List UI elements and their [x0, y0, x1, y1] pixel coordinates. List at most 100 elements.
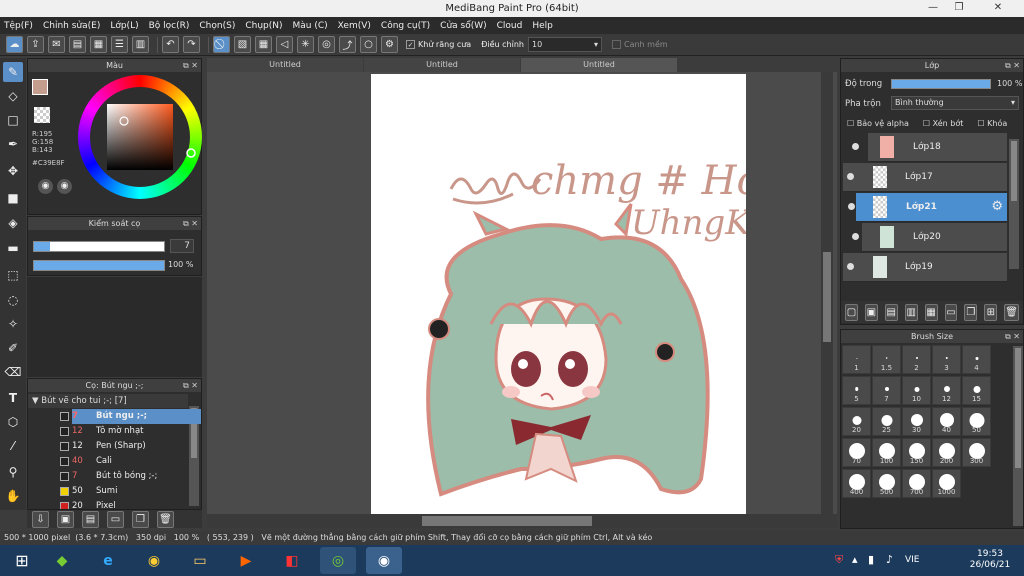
brush-size-10[interactable]: 10 — [902, 376, 931, 405]
foreground-color-swatch[interactable] — [32, 79, 48, 95]
redo-icon[interactable]: ↷ — [183, 36, 200, 53]
select-rect-icon[interactable]: ⬚ — [3, 265, 23, 285]
internet-explorer-icon[interactable]: e — [90, 547, 126, 574]
folder-icon[interactable]: ▭ — [107, 510, 124, 528]
eye-icon[interactable] — [847, 263, 854, 270]
text-tool-icon[interactable]: T — [3, 388, 23, 408]
scroll-thumb[interactable] — [1015, 348, 1021, 468]
language-indicator[interactable]: VIE — [905, 555, 920, 565]
horizontal-scrollbar[interactable] — [207, 514, 837, 528]
brush-item[interactable]: 12 Tô mờ nhạt — [60, 424, 201, 439]
layer-row[interactable]: Lớp20 — [852, 223, 1007, 252]
bucket-tool-icon[interactable]: ◈ — [3, 213, 23, 233]
maximize-button[interactable]: ❐ — [946, 0, 972, 16]
document-icon[interactable]: ▦ — [90, 36, 107, 53]
snap-off-icon[interactable]: ⃠ — [213, 36, 230, 53]
menu-layer[interactable]: Lớp(L) — [110, 21, 138, 31]
brush-size-2[interactable]: 2 — [902, 345, 931, 374]
eyedropper-icon[interactable]: ⚲ — [3, 462, 23, 482]
palette-edit-icon[interactable]: ◉ — [57, 179, 72, 194]
share-icon[interactable]: ⇪ — [27, 36, 44, 53]
hand-tool-icon[interactable]: ✋ — [3, 486, 23, 506]
brush-size-200[interactable]: 200 — [932, 438, 961, 467]
brush-download-icon[interactable]: ⇩ — [32, 510, 49, 528]
ellipse-snap-icon[interactable]: ○ — [360, 36, 377, 53]
operation-tool-icon[interactable]: ⬡ — [3, 412, 23, 432]
lasso-tool-icon[interactable]: ◌ — [3, 290, 23, 310]
clock[interactable]: 19:53 26/06/21 — [965, 549, 1015, 571]
layer-row[interactable]: Lớp19 — [843, 253, 1007, 282]
drawing-canvas[interactable]: chmg # Hci olap 247 UhngK7 — [371, 74, 746, 514]
brush-size-40[interactable]: 40 — [932, 407, 961, 436]
transparent-swatch[interactable] — [34, 107, 50, 123]
tray-chevron-icon[interactable]: ▴ — [852, 553, 858, 566]
circle-snap-icon[interactable]: ◎ — [318, 36, 335, 53]
app-icon[interactable]: ◧ — [274, 547, 310, 574]
fill-shape-icon[interactable]: ■ — [3, 188, 23, 208]
canvas-area[interactable]: chmg # Hci olap 247 UhngK7 — [207, 72, 837, 514]
menu-tools[interactable]: Công cụ(T) — [381, 21, 430, 31]
menu-edit[interactable]: Chỉnh sửa(E) — [43, 21, 100, 31]
brush-size-50[interactable]: 50 — [962, 407, 991, 436]
close-button[interactable]: ✕ — [972, 0, 1024, 16]
pen-tool-icon[interactable]: ✒ — [3, 134, 23, 154]
menu-view[interactable]: Xem(V) — [338, 21, 371, 31]
new-layer-icon[interactable]: ▢ — [845, 303, 858, 321]
app-icon[interactable]: ◎ — [320, 547, 356, 574]
eye-icon[interactable] — [852, 143, 859, 150]
merge-layer-icon[interactable]: ⊞ — [984, 303, 998, 321]
trash-icon[interactable]: 🗑 — [1004, 303, 1019, 321]
brush-size-15[interactable]: 15 — [962, 376, 991, 405]
folder-icon[interactable]: ▭ — [944, 303, 958, 321]
vertical-scrollbar[interactable] — [821, 72, 833, 514]
curve-snap-icon[interactable]: ⤴ — [339, 36, 356, 53]
select-pen-icon[interactable]: ✐ — [3, 338, 23, 358]
brush-size-30[interactable]: 30 — [902, 407, 931, 436]
move-tool-icon[interactable]: ✥ — [3, 161, 23, 181]
brush-item[interactable]: 50 Sumi — [60, 484, 201, 499]
menu-file[interactable]: Tệp(F) — [4, 21, 33, 31]
gradient-tool-icon[interactable]: ▬ — [3, 238, 23, 258]
cloud-icon[interactable]: ☁ — [6, 36, 23, 53]
new-8bit-layer-icon[interactable]: ▤ — [884, 303, 898, 321]
menu-help[interactable]: Help — [532, 21, 553, 31]
new-halftone-layer-icon[interactable]: ▣ — [864, 303, 878, 321]
cross-snap-icon[interactable]: ▦ — [255, 36, 272, 53]
undo-icon[interactable]: ↶ — [162, 36, 179, 53]
brush-size-300[interactable]: 300 — [962, 438, 991, 467]
layer-row[interactable]: Lớp17 — [843, 163, 1007, 192]
brush-size-7[interactable]: 7 — [872, 376, 901, 405]
menu-snap[interactable]: Chụp(N) — [245, 21, 282, 31]
gear-icon[interactable]: ⚙ — [991, 199, 1003, 214]
bluestacks-icon[interactable]: ◆ — [44, 547, 80, 574]
brush-size-150[interactable]: 150 — [902, 438, 931, 467]
tab-untitled-3[interactable]: Untitled — [521, 58, 677, 72]
adjust-select[interactable]: 10 ▾ — [527, 37, 602, 52]
scroll-thumb[interactable] — [823, 252, 831, 342]
brush-size-4[interactable]: 4 — [962, 345, 991, 374]
comment-icon[interactable]: ✉ — [48, 36, 65, 53]
palette-icon[interactable]: ◉ — [38, 179, 53, 194]
color-wheel[interactable] — [78, 75, 202, 199]
scroll-thumb[interactable] — [422, 516, 592, 526]
tab-untitled-2[interactable]: Untitled — [364, 58, 520, 72]
panel-controls-icon[interactable]: ⧉ ✕ — [1005, 59, 1020, 72]
brush-group-header[interactable]: ▼ Bút vẽ cho tui ;-; [7] — [28, 394, 188, 408]
menu-filter[interactable]: Bộ lọc(R) — [149, 21, 190, 31]
brush-size-3[interactable]: 3 — [932, 345, 961, 374]
brush-size-20[interactable]: 20 — [842, 407, 871, 436]
parallel-snap-icon[interactable]: ▧ — [234, 36, 251, 53]
soft-snap-checkbox[interactable] — [611, 40, 621, 49]
brush-size-700[interactable]: 700 — [902, 469, 931, 498]
select-eraser-icon[interactable]: ⌫ — [3, 362, 23, 382]
menu-cloud[interactable]: Cloud — [497, 21, 523, 31]
brush-item[interactable]: 7 Bút tô bóng ;-; — [60, 469, 201, 484]
media-player-icon[interactable]: ▶ — [228, 547, 264, 574]
menu-select[interactable]: Chọn(S) — [199, 21, 235, 31]
menu-color[interactable]: Màu (C) — [293, 21, 328, 31]
layer-row-selected[interactable]: Lớp21 ⚙ — [848, 193, 1007, 222]
brush-size-1[interactable]: 1 — [842, 345, 871, 374]
minimize-button[interactable]: — — [920, 0, 946, 16]
brush-opacity-slider[interactable] — [33, 260, 165, 271]
tab-untitled-1[interactable]: Untitled — [207, 58, 363, 72]
